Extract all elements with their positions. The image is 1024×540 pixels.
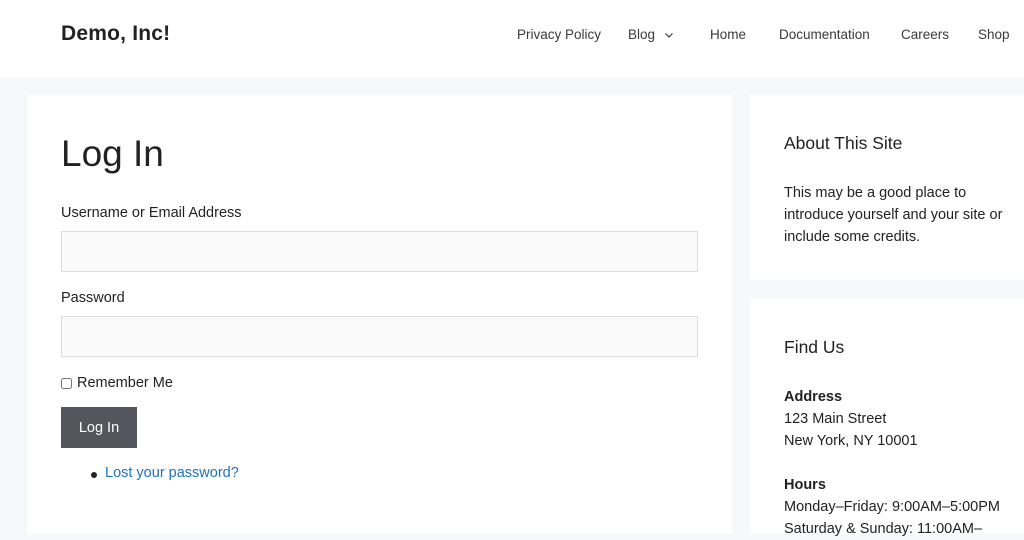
address-line-2: New York, NY 10001 (784, 433, 918, 449)
nav-item-privacy-policy[interactable]: Privacy Policy (517, 27, 601, 42)
remember-me-label: Remember Me (77, 375, 173, 391)
find-us-widget-title: Find Us (784, 337, 845, 357)
remember-me-checkbox[interactable] (61, 377, 72, 389)
remember-me[interactable]: Remember Me (61, 375, 173, 391)
lost-password-link[interactable]: Lost your password? (105, 465, 239, 481)
login-card: Log In Username or Email Address Passwor… (27, 95, 732, 534)
password-input[interactable] (61, 316, 698, 357)
username-label: Username or Email Address (61, 205, 242, 221)
address-heading: Address (784, 389, 843, 405)
address-line-1: 123 Main Street (784, 411, 887, 427)
login-links: Lost your password? (91, 465, 239, 481)
bullet-icon (91, 472, 97, 478)
login-button[interactable]: Log In (61, 407, 137, 448)
nav-item-blog[interactable]: Blog (628, 27, 673, 43)
page-title: Log In (61, 133, 164, 174)
nav-item-careers[interactable]: Careers (901, 27, 949, 42)
nav-item-home[interactable]: Home (710, 27, 746, 42)
find-us-widget: Find Us Address 123 Main Street New York… (750, 298, 1024, 537)
username-input[interactable] (61, 231, 698, 272)
about-widget-title: About This Site (784, 133, 903, 153)
main-navigation: Privacy Policy Blog Home Documentation C… (0, 27, 1024, 47)
nav-item-shop[interactable]: Shop (978, 27, 1010, 42)
nav-item-label: Blog (628, 27, 656, 42)
password-label: Password (61, 290, 125, 306)
list-item: Lost your password? (91, 465, 239, 481)
about-widget-text: This may be a good place to introduce yo… (784, 185, 1003, 245)
hours-line-2: Saturday & Sunday: 11:00AM– (784, 521, 983, 537)
chevron-down-icon[interactable] (665, 26, 673, 41)
about-widget: About This Site This may be a good place… (750, 95, 1024, 280)
site-header: Demo, Inc! Privacy Policy Blog Home Docu… (0, 0, 1024, 78)
nav-item-documentation[interactable]: Documentation (779, 27, 870, 42)
hours-line-1: Monday–Friday: 9:00AM–5:00PM (784, 499, 1000, 515)
hours-heading: Hours (784, 477, 826, 493)
